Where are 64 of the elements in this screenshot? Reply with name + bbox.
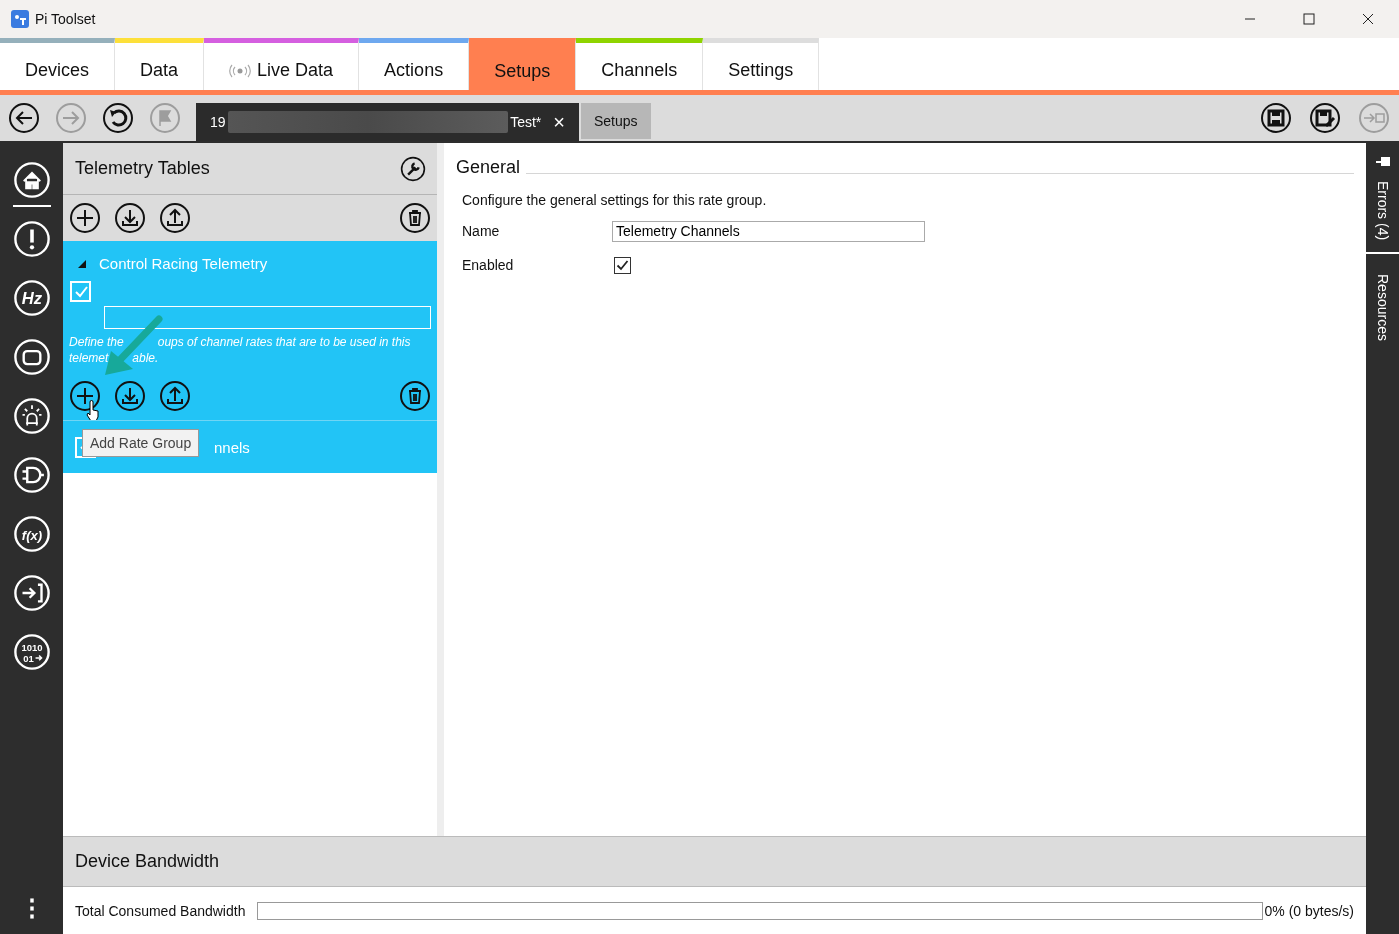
plug-icon[interactable]: [12, 456, 51, 494]
delete-icon[interactable]: [399, 380, 431, 412]
add-icon[interactable]: [69, 380, 101, 412]
import-icon[interactable]: [12, 574, 51, 612]
panel-title: Telemetry Tables: [75, 158, 211, 179]
field-label: Enabled: [462, 257, 515, 273]
tab[interactable]: Actions: [359, 38, 470, 90]
tree-item-label: nnels: [214, 438, 250, 456]
description-text: Define the: [69, 334, 124, 350]
more-button[interactable]: ⋮: [19, 894, 44, 934]
document-tab[interactable]: 19 Test* ×: [196, 103, 579, 141]
text-field[interactable]: [104, 306, 431, 329]
undo-icon[interactable]: [102, 102, 134, 134]
checkmark-icon: [616, 259, 629, 271]
device-icon[interactable]: [12, 338, 51, 376]
expanded-icon[interactable]: [77, 258, 87, 269]
tooltip: Add Rate Group: [82, 429, 200, 457]
description-text: telemet: [69, 350, 109, 366]
tab[interactable]: Channels: [576, 38, 704, 90]
upload-icon[interactable]: [159, 202, 191, 234]
broadcast-icon: [229, 63, 252, 78]
tab[interactable]: Devices: [0, 38, 116, 90]
add-icon[interactable]: [69, 202, 101, 234]
window-title: Pi Toolset: [35, 11, 96, 27]
rail-button[interactable]: Hz: [12, 279, 51, 317]
close-button[interactable]: ×: [553, 110, 565, 134]
save-icon[interactable]: [1260, 102, 1292, 134]
tab[interactable]: Data: [115, 38, 205, 90]
document-title: 19: [210, 114, 226, 130]
download-icon[interactable]: [114, 380, 146, 412]
bandwidth-label: Total Consumed Bandwidth: [75, 902, 246, 919]
alert-icon[interactable]: [12, 220, 51, 258]
wrench-icon[interactable]: [400, 155, 426, 182]
enabled-checkbox[interactable]: [614, 256, 631, 274]
checkmark-icon: [73, 285, 88, 298]
upload-icon[interactable]: [159, 380, 191, 412]
section-header: Device Bandwidth: [63, 837, 1366, 887]
description-text: oups of channel rates that are to be used in this: [157, 334, 411, 350]
cursor-icon: [85, 400, 101, 422]
rail-button[interactable]: f(x): [12, 515, 51, 553]
delete-icon[interactable]: [399, 202, 431, 234]
tab[interactable]: Setups: [469, 38, 577, 90]
document-label: Setups: [581, 103, 651, 139]
app-icon: [11, 10, 29, 28]
tab[interactable]: Settings: [703, 38, 820, 90]
back-icon[interactable]: [8, 102, 40, 134]
description-text: Configure the general settings for this rate group.: [462, 192, 768, 208]
bandwidth-reading: 0% (0 bytes/s): [1264, 902, 1354, 919]
download-icon[interactable]: [114, 202, 146, 234]
binary-icon[interactable]: 1010 01: [12, 633, 51, 671]
checkbox[interactable]: [70, 281, 91, 302]
side-tab[interactable]: Errors (4): [1366, 171, 1399, 255]
save-as-icon[interactable]: [1309, 102, 1341, 134]
home-icon[interactable]: [12, 161, 51, 199]
field-label: Name: [462, 223, 501, 239]
tree-item[interactable]: Add Rate Group nnels: [63, 420, 437, 473]
description-text: able.: [132, 350, 159, 366]
light-icon[interactable]: [12, 397, 51, 435]
tab[interactable]: Live Data: [204, 38, 360, 90]
side-tab[interactable]: Resources: [1366, 264, 1399, 352]
name-field[interactable]: Telemetry Channels: [612, 220, 925, 242]
section-heading: General: [456, 157, 521, 178]
document-title: Test*: [510, 114, 542, 130]
tree-item-label: Control Racing Telemetry: [99, 255, 268, 272]
